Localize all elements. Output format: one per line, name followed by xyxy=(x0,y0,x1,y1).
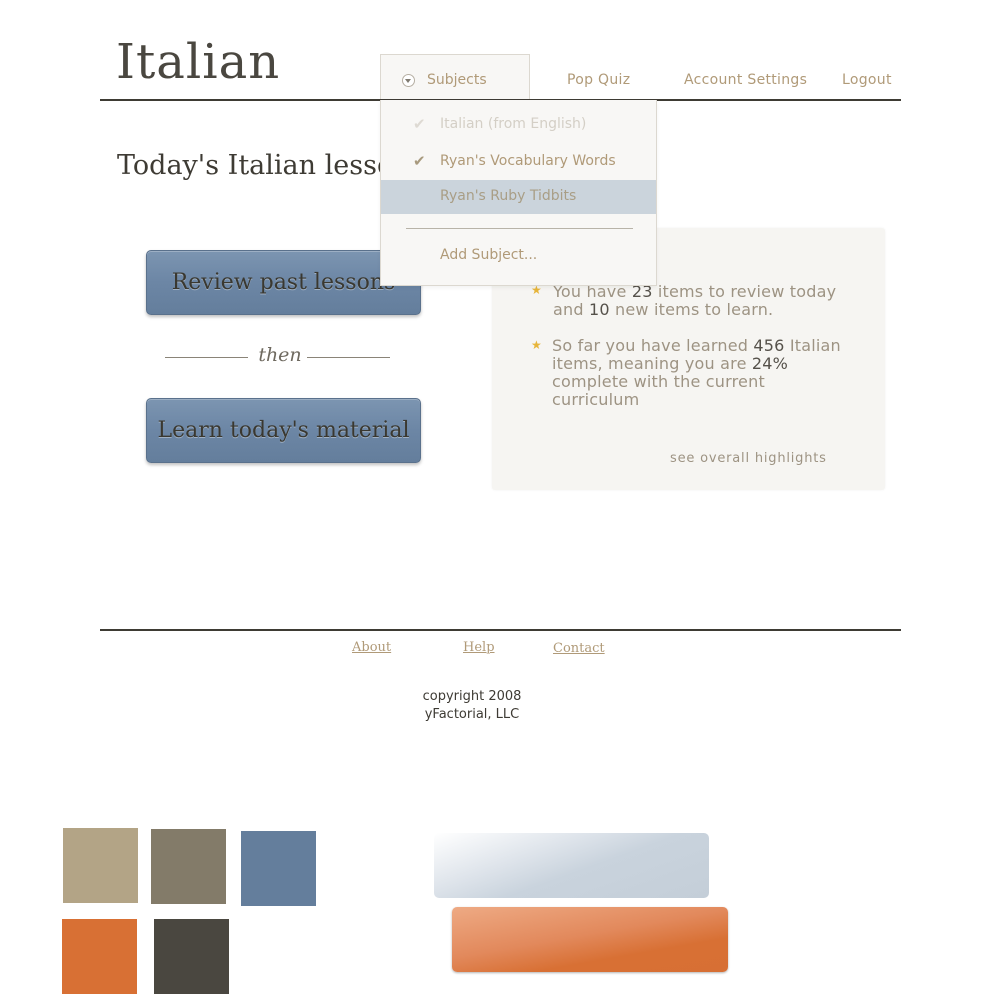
footer-link-about[interactable]: About xyxy=(352,640,391,655)
subject-item-vocabulary[interactable]: ✔ Ryan's Vocabulary Words xyxy=(381,145,656,179)
sample-button-light-blue xyxy=(434,833,709,898)
stat-review-count: You have 23 items to review today and 10… xyxy=(553,282,837,319)
see-overall-highlights-link[interactable]: see overall highlights xyxy=(670,451,827,466)
swatch-taupe xyxy=(151,829,226,904)
footer-divider xyxy=(100,629,901,631)
nav-account-settings[interactable]: Account Settings xyxy=(684,72,807,88)
footer-link-contact[interactable]: Contact xyxy=(553,641,605,656)
swatch-tan xyxy=(63,828,138,903)
checkmark-icon: ✔ xyxy=(413,152,426,170)
chevron-down-icon xyxy=(402,74,415,87)
learn-todays-material-button[interactable]: Learn today's material xyxy=(146,398,421,463)
subject-item-label: Ryan's Ruby Tidbits xyxy=(440,188,577,204)
then-divider-right xyxy=(307,357,390,358)
star-icon: ★ xyxy=(531,338,542,352)
subject-item-italian: ✔ Italian (from English) xyxy=(381,108,656,142)
checkmark-icon: ✔ xyxy=(413,115,426,133)
then-label: then xyxy=(258,344,302,366)
nav-pop-quiz[interactable]: Pop Quiz xyxy=(567,72,630,88)
subject-item-ruby-tidbits[interactable]: Ryan's Ruby Tidbits xyxy=(381,180,656,214)
add-subject-label: Add Subject... xyxy=(440,247,538,263)
swatch-orange xyxy=(62,919,137,994)
menu-divider xyxy=(406,228,633,229)
footer-link-help[interactable]: Help xyxy=(463,640,495,655)
swatch-slate-blue xyxy=(241,831,316,906)
nav-logout[interactable]: Logout xyxy=(842,72,892,88)
subjects-menu-button[interactable]: Subjects xyxy=(380,54,530,100)
sample-button-orange xyxy=(452,907,728,972)
subject-item-label: Italian (from English) xyxy=(440,116,587,132)
add-subject-item[interactable]: Add Subject... xyxy=(381,239,656,273)
copyright: copyright 2008 yFactorial, LLC xyxy=(422,689,522,722)
then-divider-left xyxy=(165,357,248,358)
swatch-charcoal xyxy=(154,919,229,994)
subjects-label: Subjects xyxy=(427,72,487,88)
app-title: Italian xyxy=(116,34,281,90)
page-heading: Today's Italian lesson xyxy=(117,150,382,181)
subjects-dropdown: ✔ Italian (from English) ✔ Ryan's Vocabu… xyxy=(380,100,657,286)
subject-item-label: Ryan's Vocabulary Words xyxy=(440,153,616,169)
stat-progress: So far you have learned 456 Italian item… xyxy=(552,336,841,409)
